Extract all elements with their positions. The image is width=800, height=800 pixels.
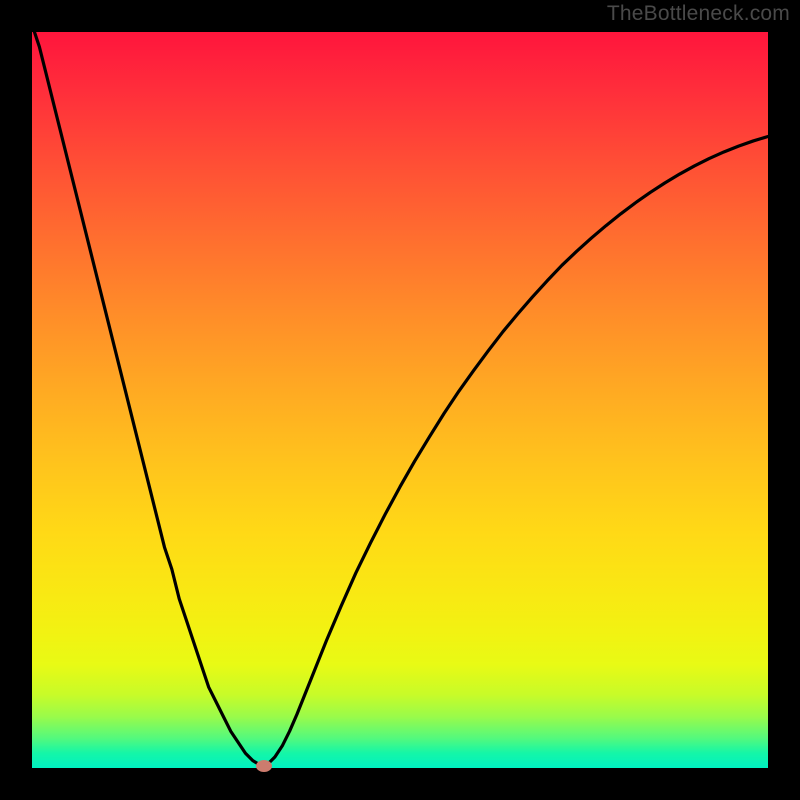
plot-area — [32, 32, 768, 768]
bottleneck-curve — [32, 32, 768, 765]
curve-svg — [32, 32, 768, 768]
chart-container: TheBottleneck.com — [0, 0, 800, 800]
watermark-text: TheBottleneck.com — [607, 2, 790, 26]
optimum-marker — [256, 760, 272, 772]
